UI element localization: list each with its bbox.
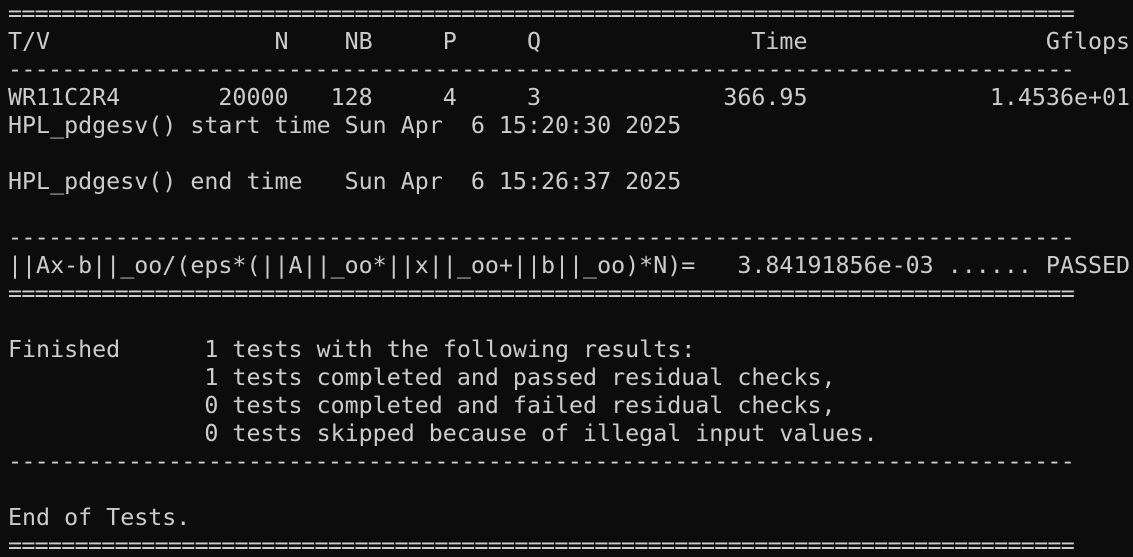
summary-skipped-line: 0 tests skipped because of illegal input…	[8, 420, 878, 447]
separator-line: ----------------------------------------…	[8, 448, 1075, 475]
residual-check-line: ||Ax-b||_oo/(eps*(||A||_oo*||x||_oo+||b|…	[8, 252, 1131, 279]
separator-line: ========================================…	[8, 280, 1075, 307]
separator-line: ========================================…	[8, 532, 1075, 557]
end-time-line: HPL_pdgesv() end time Sun Apr 6 15:26:37…	[8, 168, 682, 195]
summary-finished-line: Finished 1 tests with the following resu…	[8, 336, 696, 363]
end-of-tests-line: End of Tests.	[8, 504, 191, 531]
separator-line: ----------------------------------------…	[8, 56, 1075, 83]
summary-failed-line: 0 tests completed and failed residual ch…	[8, 392, 836, 419]
separator-line: ========================================…	[8, 0, 1075, 27]
terminal-window[interactable]: ========================================…	[0, 0, 1133, 557]
summary-passed-line: 1 tests completed and passed residual ch…	[8, 364, 836, 391]
result-row: WR11C2R4 20000 128 4 3 366.95 1.4536e+01	[8, 84, 1131, 111]
separator-line: ----------------------------------------…	[8, 224, 1075, 251]
start-time-line: HPL_pdgesv() start time Sun Apr 6 15:20:…	[8, 112, 682, 139]
table-header-row: T/V N NB P Q Time Gflops	[8, 28, 1131, 55]
